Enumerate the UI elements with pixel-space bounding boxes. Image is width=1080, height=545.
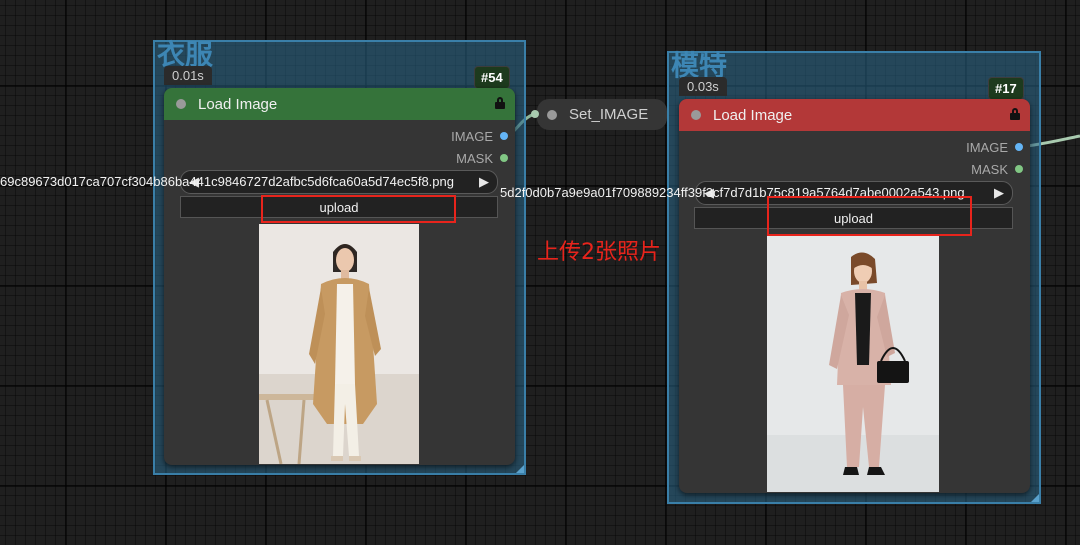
set-node-input-socket[interactable]	[531, 110, 539, 118]
node-timing: 0.03s	[679, 77, 727, 96]
image-preview-model	[767, 235, 939, 492]
group-title-clothing: 衣服	[157, 38, 214, 71]
mask-output-socket[interactable]	[500, 154, 508, 162]
node-timing: 0.01s	[164, 66, 212, 85]
node-id-badge: #54	[474, 66, 510, 89]
node-header[interactable]: Load Image	[679, 99, 1030, 131]
output-label-image: IMAGE	[451, 129, 493, 144]
set-node-title: Set_IMAGE	[569, 106, 649, 123]
image-file-name: 69c89673d017ca707cf304b86ba441c9846727d2…	[0, 174, 454, 189]
next-arrow-icon[interactable]: ▶	[479, 174, 489, 190]
lock-icon[interactable]	[1010, 108, 1020, 120]
node-header[interactable]: Load Image	[164, 88, 515, 120]
group-title-model: 模特	[671, 49, 728, 82]
annotation-upload-two-photos: 上传2张照片	[537, 240, 661, 265]
node-id-badge: #17	[988, 77, 1024, 100]
image-output-socket[interactable]	[500, 132, 508, 140]
lock-icon[interactable]	[495, 97, 505, 109]
set-image-node[interactable]: Set_IMAGE	[537, 99, 667, 130]
output-label-mask: MASK	[456, 151, 493, 166]
annotation-box-right-upload	[767, 196, 972, 236]
node-title: Load Image	[198, 96, 278, 113]
next-arrow-icon[interactable]: ▶	[994, 185, 1004, 201]
load-image-node-clothing[interactable]: Load Image IMAGE MASK ◀ ▶ upload	[164, 88, 515, 465]
collapse-dot-icon[interactable]	[176, 99, 186, 109]
annotation-box-left-upload	[261, 195, 456, 223]
image-preview-clothing	[259, 224, 419, 464]
set-node-dot-icon[interactable]	[547, 110, 557, 120]
output-label-image: IMAGE	[966, 140, 1008, 155]
collapse-dot-icon[interactable]	[691, 110, 701, 120]
mask-output-socket[interactable]	[1015, 165, 1023, 173]
group-resize-handle[interactable]	[516, 465, 524, 473]
output-label-mask: MASK	[971, 162, 1008, 177]
group-resize-handle[interactable]	[1031, 494, 1039, 502]
image-output-socket[interactable]	[1015, 143, 1023, 151]
load-image-node-model[interactable]: Load Image IMAGE MASK ◀ ▶ upload	[679, 99, 1030, 493]
node-title: Load Image	[713, 107, 793, 124]
